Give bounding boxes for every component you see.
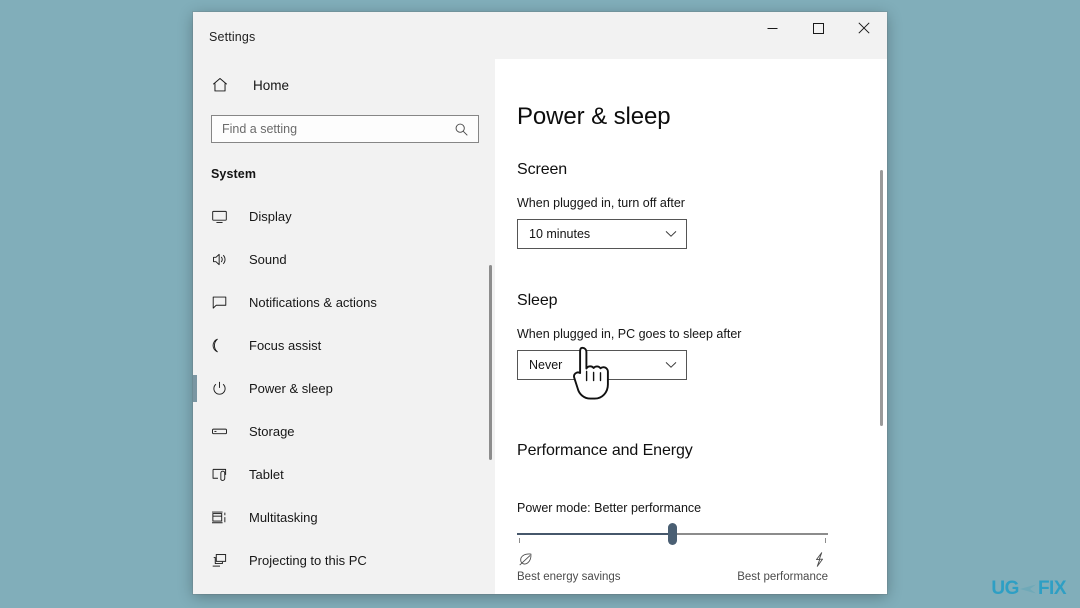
screen-field-label: When plugged in, turn off after bbox=[517, 196, 685, 210]
sidebar-item-label: Display bbox=[249, 209, 292, 224]
search-icon[interactable] bbox=[454, 122, 472, 137]
watermark-swoosh-icon bbox=[1019, 582, 1038, 596]
sidebar-item-multitasking[interactable]: Multitasking bbox=[193, 496, 495, 539]
sidebar-item-storage[interactable]: Storage bbox=[193, 410, 495, 453]
spacer-sleep-performance bbox=[517, 380, 887, 442]
multitasking-icon bbox=[211, 509, 237, 526]
slider-end-labels: Best energy savings Best performance bbox=[517, 549, 828, 583]
sidebar-item-label: Projecting to this PC bbox=[249, 553, 367, 568]
sidebar-item-focus-assist[interactable]: Focus assist bbox=[193, 324, 495, 367]
sidebar-item-label: Notifications & actions bbox=[249, 295, 377, 310]
main-content: Power & sleep Screen When plugged in, tu… bbox=[495, 59, 887, 594]
watermark-part1: U bbox=[991, 578, 1005, 599]
performance-section-heading: Performance and Energy bbox=[517, 442, 693, 459]
monitor-icon bbox=[211, 208, 237, 225]
chat-bubble-icon bbox=[211, 294, 237, 311]
slider-thumb[interactable] bbox=[668, 523, 677, 545]
lightning-bolt-icon bbox=[811, 549, 828, 569]
spacer-performance bbox=[517, 477, 887, 501]
home-icon bbox=[211, 76, 241, 94]
sidebar-item-label: Multitasking bbox=[249, 510, 318, 525]
title-bar: Settings bbox=[193, 12, 887, 59]
sidebar-item-sound[interactable]: Sound bbox=[193, 238, 495, 281]
slider-right-label: Best performance bbox=[737, 571, 828, 583]
chevron-down-icon bbox=[665, 230, 677, 238]
sidebar-item-label: Sound bbox=[249, 252, 287, 267]
maximize-button[interactable] bbox=[795, 12, 841, 44]
slider-tick-right bbox=[825, 538, 826, 543]
slider-left-end: Best energy savings bbox=[517, 549, 621, 583]
page-title: Power & sleep bbox=[517, 103, 671, 130]
slider-left-label: Best energy savings bbox=[517, 571, 621, 583]
sidebar-item-label: Focus assist bbox=[249, 338, 322, 353]
tablet-icon bbox=[211, 466, 237, 483]
watermark-logo: U G FIX bbox=[991, 578, 1066, 600]
sleep-section-heading: Sleep bbox=[517, 292, 558, 309]
search-box[interactable] bbox=[211, 115, 479, 143]
maximize-icon bbox=[812, 22, 824, 34]
watermark-part3: FIX bbox=[1037, 578, 1067, 599]
search-input[interactable] bbox=[222, 116, 454, 142]
sidebar-nav-list: Display Sound Notifications & actions Fo… bbox=[193, 195, 495, 582]
slider-track[interactable] bbox=[517, 523, 828, 545]
window-title: Settings bbox=[209, 30, 256, 44]
sleep-timeout-dropdown[interactable]: Never bbox=[517, 350, 687, 380]
slider-right-end: Best performance bbox=[737, 549, 828, 583]
settings-window: Settings Home Find a setting System Disp… bbox=[193, 12, 887, 594]
screen-timeout-value: 10 minutes bbox=[529, 227, 591, 241]
power-icon bbox=[211, 380, 237, 397]
slider-fill bbox=[517, 533, 673, 535]
minimize-button[interactable] bbox=[749, 12, 795, 44]
power-mode-slider[interactable] bbox=[517, 523, 828, 545]
sidebar-item-power-and-sleep[interactable]: Power & sleep bbox=[193, 367, 495, 410]
close-icon bbox=[858, 22, 870, 34]
moon-icon bbox=[211, 337, 237, 354]
minimize-icon bbox=[767, 23, 778, 34]
close-button[interactable] bbox=[841, 12, 887, 44]
sidebar-item-label: Power & sleep bbox=[249, 381, 333, 396]
window-body: Home System bbox=[193, 59, 887, 594]
sleep-timeout-value: Never bbox=[529, 358, 563, 372]
sidebar-item-label: Tablet bbox=[249, 467, 284, 482]
chevron-down-icon bbox=[665, 361, 677, 369]
slider-tick-left bbox=[519, 538, 520, 543]
watermark-part2: G bbox=[1004, 578, 1020, 599]
sidebar-scrollbar-thumb[interactable] bbox=[489, 265, 492, 460]
window-controls bbox=[749, 12, 887, 44]
sidebar: Home System bbox=[193, 59, 495, 594]
sidebar-item-notifications[interactable]: Notifications & actions bbox=[193, 281, 495, 324]
sidebar-item-display[interactable]: Display bbox=[193, 195, 495, 238]
drive-icon bbox=[211, 423, 237, 440]
sidebar-item-label: Storage bbox=[249, 424, 295, 439]
sleep-field-label: When plugged in, PC goes to sleep after bbox=[517, 327, 742, 341]
leaf-icon bbox=[517, 549, 621, 569]
sidebar-item-projecting-to-this-pc[interactable]: Projecting to this PC bbox=[193, 539, 495, 582]
sidebar-home-label: Home bbox=[253, 77, 290, 93]
sidebar-section-title: System bbox=[211, 167, 257, 181]
spacer-screen-sleep bbox=[517, 249, 887, 292]
power-mode-label: Power mode: Better performance bbox=[517, 501, 702, 515]
speaker-icon bbox=[211, 251, 237, 268]
sidebar-item-tablet[interactable]: Tablet bbox=[193, 453, 495, 496]
content-scrollbar-thumb[interactable] bbox=[880, 170, 883, 426]
sidebar-item-home[interactable]: Home bbox=[193, 69, 495, 101]
screen-section-heading: Screen bbox=[517, 161, 568, 178]
screen-timeout-dropdown[interactable]: 10 minutes bbox=[517, 219, 687, 249]
project-screen-icon bbox=[211, 552, 237, 569]
